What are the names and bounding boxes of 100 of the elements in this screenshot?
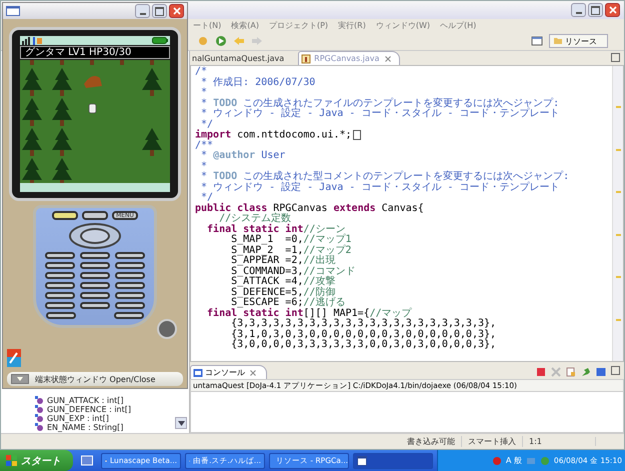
editor-tab[interactable]: nalGuntamaQuest.java bbox=[190, 52, 292, 65]
minimize-button[interactable] bbox=[571, 3, 586, 17]
java-file-icon bbox=[301, 54, 312, 64]
code-line: /** bbox=[195, 140, 214, 150]
code-line: final static int//シーン bbox=[206, 224, 346, 234]
close-icon bbox=[172, 7, 180, 15]
code-line: /* bbox=[195, 67, 208, 78]
code-line: * TODO この生成された型コメントのテンプレートを変更するには次へジャンプ: bbox=[200, 172, 570, 182]
clear-console-icon[interactable] bbox=[566, 367, 576, 377]
code-line: {3,1,0,3,0,3,0,0,0,0,0,0,0,3,0,0,0,0,0,0,3}, bbox=[230, 330, 498, 340]
maximize-view-icon[interactable] bbox=[611, 366, 620, 375]
code-line: S_DEFENCE=5,//防御 bbox=[230, 288, 336, 298]
menu-item[interactable]: プロジェクト(P) bbox=[268, 20, 328, 31]
code-line: S_MAP_1 =0,//マップ1 bbox=[230, 235, 352, 245]
battery-icon bbox=[152, 37, 168, 44]
window-icon bbox=[6, 6, 20, 16]
open-perspective-icon[interactable] bbox=[531, 35, 543, 47]
keypad-key[interactable] bbox=[80, 292, 110, 299]
code-line: * TODO この生成されたファイルのテンプレートを変更するには次へジャンプ: bbox=[200, 98, 560, 108]
keypad-key[interactable] bbox=[115, 302, 145, 309]
keypad-key[interactable] bbox=[46, 312, 76, 319]
outline-item[interactable]: GUN_ATTACK : int[] bbox=[47, 396, 124, 405]
stop-icon[interactable] bbox=[536, 367, 546, 377]
caret-icon bbox=[178, 420, 184, 426]
soft-key[interactable] bbox=[82, 211, 108, 220]
toggle-button[interactable] bbox=[11, 374, 29, 384]
editor-tab[interactable]: RPGCanvas.java bbox=[298, 51, 400, 65]
direction-pad[interactable] bbox=[69, 223, 121, 249]
folded-code-icon[interactable] bbox=[352, 130, 361, 140]
ime-indicator[interactable]: A 般 bbox=[506, 455, 522, 466]
code-line: */ bbox=[201, 120, 214, 130]
menu-item[interactable]: 実行(R) bbox=[338, 20, 366, 31]
side-button[interactable] bbox=[157, 319, 177, 339]
keypad-key[interactable] bbox=[80, 252, 110, 259]
code-line: S_MAP_2 =1,//マップ2 bbox=[230, 246, 352, 256]
code-line: * bbox=[200, 88, 208, 98]
desktop-icon[interactable] bbox=[81, 454, 93, 466]
code-line: */ bbox=[201, 193, 214, 203]
start-button[interactable]: スタート bbox=[0, 450, 73, 471]
close-icon[interactable] bbox=[385, 56, 392, 62]
code-line: * 作成日: 2006/07/30 bbox=[200, 78, 316, 88]
outline-item[interactable]: GUN_EXP : int[] bbox=[47, 414, 109, 423]
status-field: 1:1 bbox=[523, 437, 596, 446]
status-window-label: 端末状態ウィンドウ Open/Close bbox=[35, 374, 156, 384]
keypad-key[interactable] bbox=[114, 312, 144, 319]
code-editor[interactable] bbox=[190, 65, 624, 362]
status-field: スマート挿入 bbox=[462, 436, 523, 447]
perspective-button[interactable]: リソース bbox=[549, 34, 608, 48]
menu-item[interactable]: ート(N) bbox=[193, 20, 222, 31]
keypad-key[interactable] bbox=[45, 252, 75, 259]
keypad-key[interactable] bbox=[115, 262, 145, 269]
field-icon bbox=[35, 396, 44, 405]
minimize-button[interactable] bbox=[135, 4, 150, 18]
maximize-button[interactable] bbox=[152, 4, 167, 18]
keypad-key[interactable] bbox=[115, 292, 145, 299]
code-line: S_ATTACK =4,//攻撃 bbox=[230, 277, 336, 287]
console-tab[interactable]: コンソール bbox=[190, 365, 267, 379]
outline-item[interactable]: GUN_DEFENCE : int[] bbox=[47, 405, 131, 414]
code-line: S_COMMAND=3,//コマンド bbox=[230, 266, 356, 276]
code-line: public class RPGCanvas extends Canvas{ bbox=[195, 204, 425, 214]
menu-item[interactable]: 検索(A) bbox=[231, 20, 259, 31]
keypad-key[interactable] bbox=[115, 282, 145, 289]
soft-key[interactable] bbox=[52, 211, 78, 220]
keypad-key[interactable] bbox=[80, 262, 110, 269]
keypad-key[interactable] bbox=[45, 272, 75, 279]
keypad-key[interactable] bbox=[45, 302, 75, 309]
keypad-key[interactable] bbox=[80, 302, 110, 309]
status-field: 書き込み可能 bbox=[401, 436, 462, 447]
close-button[interactable] bbox=[169, 4, 184, 18]
keypad-key[interactable] bbox=[45, 262, 75, 269]
app-icon[interactable] bbox=[7, 349, 21, 367]
caret-icon bbox=[17, 377, 23, 381]
keypad-key[interactable] bbox=[80, 272, 110, 279]
close-icon[interactable] bbox=[250, 370, 256, 376]
keypad-key[interactable] bbox=[45, 282, 75, 289]
game-status-text: グンタマ LV1 HP30/30 bbox=[20, 46, 170, 59]
pin-icon[interactable] bbox=[581, 367, 591, 377]
code-line: * bbox=[200, 162, 208, 172]
run-icon[interactable] bbox=[215, 35, 227, 47]
console-icon bbox=[193, 368, 203, 378]
code-line: * ウィンドウ - 設定 - Java - コード・スタイル - コード・テンプレート bbox=[200, 182, 560, 192]
keypad-key[interactable] bbox=[115, 272, 145, 279]
close-button[interactable] bbox=[605, 3, 620, 17]
taskbar-button[interactable] bbox=[353, 452, 433, 468]
outline-item[interactable]: EN_NAME : String[] bbox=[47, 423, 124, 432]
code-line: //システム定数 bbox=[219, 214, 292, 224]
field-icon bbox=[35, 405, 44, 414]
maximize-view-icon[interactable] bbox=[611, 53, 620, 62]
menu-item[interactable]: ウィンドウ(W) bbox=[376, 20, 430, 31]
menu-item[interactable]: ヘルプ(H) bbox=[440, 20, 476, 31]
keypad-key[interactable] bbox=[115, 252, 145, 259]
scroll-down-button[interactable] bbox=[175, 417, 187, 429]
maximize-button[interactable] bbox=[588, 3, 603, 17]
keypad-key[interactable] bbox=[80, 282, 110, 289]
code-line: final static int[][] MAP1={//マップ bbox=[206, 308, 412, 318]
close-icon bbox=[608, 6, 616, 14]
display-console-icon[interactable] bbox=[596, 367, 606, 377]
keypad-key[interactable] bbox=[45, 292, 75, 299]
signal-icon bbox=[22, 36, 42, 44]
folder-icon bbox=[553, 36, 563, 46]
